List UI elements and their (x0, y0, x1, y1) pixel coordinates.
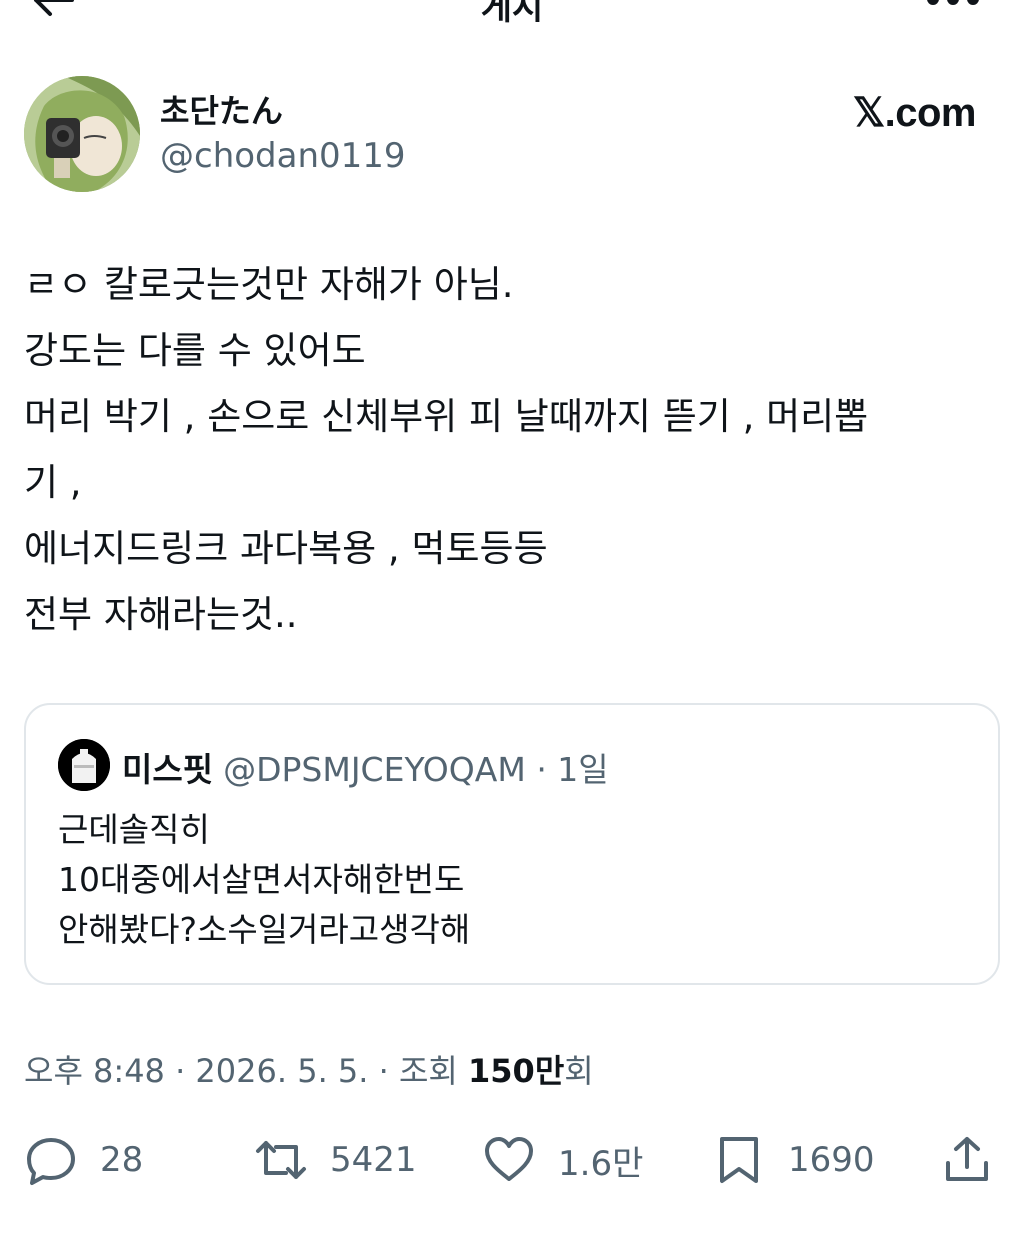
reply-button[interactable]: 28 (24, 1128, 143, 1192)
quoted-tweet-card[interactable]: 미스핏 @DPSMJCEYOQAM · 1일 근데솔직히 10대중에서살면서자해한… (24, 703, 1000, 985)
bookmark-button[interactable]: 1690 (712, 1128, 875, 1192)
tweet-action-bar: 28 5421 1.6만 1690 (0, 1128, 1024, 1192)
timestamp-text: 오후 8:48 · 2026. 5. 5. · 조회 (24, 1052, 469, 1090)
repost-button[interactable]: 5421 (254, 1128, 417, 1192)
quoted-tweet-time: · 1일 (536, 750, 609, 789)
heart-icon (485, 1137, 533, 1181)
author-avatar[interactable] (24, 76, 140, 192)
view-count: 150만 (468, 1052, 565, 1090)
author-header: 초단たん @chodan0119 𝕏.com (24, 74, 1004, 194)
quoted-line: 안해봤다?소수일거라고생각해 (58, 910, 471, 949)
quoted-line: 10대중에서살면서자해한번도 (58, 860, 465, 899)
bookmark-icon (720, 1137, 758, 1183)
tweet-line: 머리 박기 , 손으로 신체부위 피 날때까지 뜯기 , 머리뽑 (24, 395, 869, 438)
reply-icon (27, 1138, 75, 1185)
tweet-line: ㄹㅇ 칼로긋는것만 자해가 아님. (24, 263, 514, 306)
tweet-line: 전부 자해라는것.. (24, 593, 298, 636)
quoted-avatar-illustration (58, 739, 110, 791)
share-icon (946, 1137, 988, 1181)
repost-count: 5421 (330, 1140, 417, 1180)
author-display-name[interactable]: 초단たん (160, 86, 283, 132)
quoted-author-name: 미스핏 (122, 750, 214, 789)
share-button[interactable] (940, 1128, 994, 1192)
quoted-author-avatar (58, 739, 110, 791)
tweet-line: 에너지드링크 과다복용 , 먹토등등 (24, 527, 548, 570)
repost-icon (256, 1141, 306, 1179)
x-com-logo: 𝕏.com (852, 91, 977, 135)
top-navigation-bar: 게시 (0, 0, 1024, 28)
reply-count: 28 (100, 1140, 144, 1180)
tweet-line: 기 , (24, 461, 82, 504)
like-button[interactable]: 1.6만 (482, 1128, 643, 1192)
tweet-text: ㄹㅇ 칼로긋는것만 자해가 아님. 강도는 다를 수 있어도 머리 박기 , 손… (24, 252, 984, 648)
quoted-tweet-text: 근데솔직히 10대중에서살면서자해한번도 안해봤다?소수일거라고생각해 (58, 805, 470, 955)
quoted-line: 근데솔직히 (58, 810, 210, 849)
like-count: 1.6만 (558, 1143, 644, 1184)
tweet-line: 강도는 다를 수 있어도 (24, 329, 366, 372)
quoted-author-handle: @DPSMJCEYOQAM (223, 750, 526, 789)
bookmark-count: 1690 (788, 1140, 875, 1180)
tweet-timestamp: 오후 8:48 · 2026. 5. 5. · 조회 150만회 (24, 1046, 594, 1092)
view-count-suffix: 회 (564, 1052, 594, 1090)
author-handle[interactable]: @chodan0119 (160, 136, 406, 176)
quoted-tweet-header: 미스핏 @DPSMJCEYOQAM · 1일 (122, 743, 609, 791)
page-title: 게시 (480, 0, 544, 28)
avatar-illustration (24, 76, 140, 192)
more-options-icon[interactable] (926, 0, 980, 6)
